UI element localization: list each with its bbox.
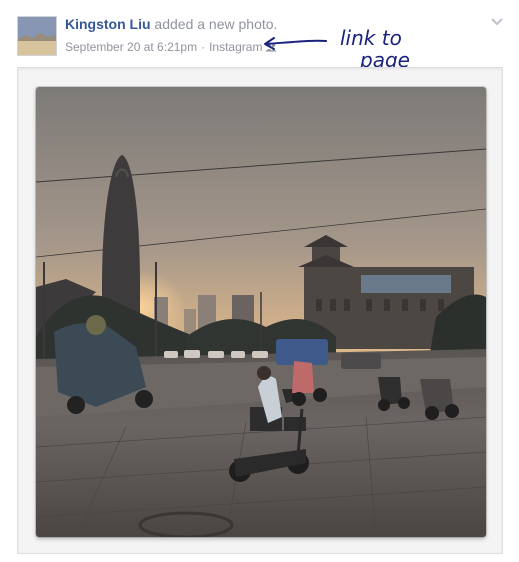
meta-separator: · [201,40,206,54]
post-header: Kingston Liu added a new photo. [65,16,277,32]
photo[interactable] [36,87,486,537]
post-action-text: added a new photo. [150,16,278,32]
chevron-down-icon[interactable] [490,17,504,27]
avatar[interactable] [17,16,57,56]
post-meta: September 20 at 6:21pm · Instagram [65,40,277,54]
photo-frame[interactable] [17,67,503,554]
author-name-link[interactable]: Kingston Liu [65,16,151,32]
timestamp-link[interactable]: September 20 at 6:21pm [65,40,197,54]
feed-post: Kingston Liu added a new photo. Septembe… [0,0,519,562]
source-link[interactable]: Instagram [209,40,262,54]
photo-image [36,87,486,537]
annotation-line-1: link to [340,26,402,50]
